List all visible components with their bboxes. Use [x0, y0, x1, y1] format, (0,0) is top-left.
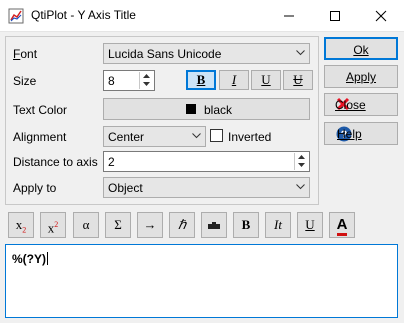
title-properties-panel: Font Lucida Sans Unicode Size 8 B I U U … [5, 36, 319, 205]
color-swatch [186, 104, 196, 114]
math-symbols-button[interactable]: → [137, 212, 163, 238]
text-caret [47, 252, 48, 265]
alignment-combo[interactable]: Center [103, 126, 206, 147]
apply-to-label: Apply to [13, 181, 57, 195]
maximize-icon [330, 11, 340, 21]
close-window-button[interactable] [358, 0, 404, 31]
hbar-symbol-button[interactable]: ℏ [169, 212, 195, 238]
apply-to-combo[interactable]: Object [103, 177, 310, 198]
italic-style-button[interactable]: I [219, 70, 249, 90]
size-spinbox[interactable]: 8 [103, 70, 155, 91]
superscript-mark: 2 [54, 220, 59, 229]
font-label: Font [13, 47, 38, 61]
alignment-label: Alignment [13, 130, 67, 144]
apply-button[interactable]: Apply [324, 65, 398, 88]
spin-down-icon [143, 82, 150, 86]
text-color-label: Text Color [13, 103, 68, 117]
distance-spinbox[interactable]: 2 [103, 151, 310, 172]
text-color-button[interactable]: black [103, 98, 310, 120]
spin-up-icon [143, 74, 150, 78]
underline-toolbar-button[interactable]: U [297, 212, 323, 238]
maximize-button[interactable] [312, 0, 358, 31]
underline-style-button[interactable]: U [251, 70, 281, 90]
text-color-glyph: A [336, 217, 348, 236]
size-spin-buttons[interactable] [139, 72, 153, 89]
hand-pointer-icon [208, 222, 220, 229]
greek-uppercase-button[interactable]: Σ [105, 212, 131, 238]
text-color-toolbar-button[interactable]: A [329, 212, 355, 238]
apply-to-value: Object [108, 181, 143, 195]
chevron-down-icon [296, 50, 305, 56]
distance-label: Distance to axis [13, 155, 98, 169]
font-combo[interactable]: Lucida Sans Unicode [103, 43, 310, 64]
distance-spin-buttons[interactable] [294, 153, 308, 170]
ok-label: Ok [353, 43, 369, 57]
help-label: Help [337, 127, 362, 141]
strikeout-style-button[interactable]: U [283, 70, 313, 90]
subscript-button[interactable]: x2 [8, 212, 34, 238]
greek-lowercase-button[interactable]: α [73, 212, 99, 238]
title-bar: QtiPlot - Y Axis Title [0, 0, 404, 32]
close-button[interactable]: Close [324, 93, 398, 116]
chevron-down-icon [192, 133, 201, 139]
minimize-button[interactable] [266, 0, 312, 31]
alignment-value: Center [108, 130, 145, 144]
superscript-button[interactable]: x2 [40, 212, 66, 238]
spin-up-icon [298, 155, 305, 159]
distance-value: 2 [108, 155, 115, 169]
editor-text-content: %(?Y) [12, 252, 46, 266]
inverted-label: Inverted [228, 130, 272, 144]
qtiplot-app-icon [8, 8, 24, 24]
font-value: Lucida Sans Unicode [108, 47, 222, 61]
italic-toolbar-button[interactable]: It [265, 212, 291, 238]
editor-text: %(?Y) [12, 252, 48, 266]
size-value: 8 [108, 74, 115, 88]
subscript-mark: 2 [22, 225, 27, 235]
text-color-value: black [204, 103, 233, 117]
apply-label: Apply [345, 70, 377, 84]
bold-style-button[interactable]: B [186, 70, 216, 90]
help-button[interactable]: ? Help [324, 122, 398, 145]
bold-toolbar-button[interactable]: B [233, 212, 259, 238]
window-title: QtiPlot - Y Axis Title [31, 8, 136, 22]
close-label: Close [335, 98, 366, 112]
close-icon [375, 10, 387, 22]
chevron-down-icon [296, 184, 305, 190]
title-text-editor[interactable]: %(?Y) [5, 244, 398, 318]
inverted-checkbox[interactable] [210, 129, 223, 142]
size-label: Size [13, 74, 37, 88]
spin-down-icon [298, 163, 305, 167]
ok-button[interactable]: Ok [324, 37, 398, 60]
misc-symbols-button[interactable] [201, 212, 227, 238]
minimize-icon [284, 15, 294, 17]
